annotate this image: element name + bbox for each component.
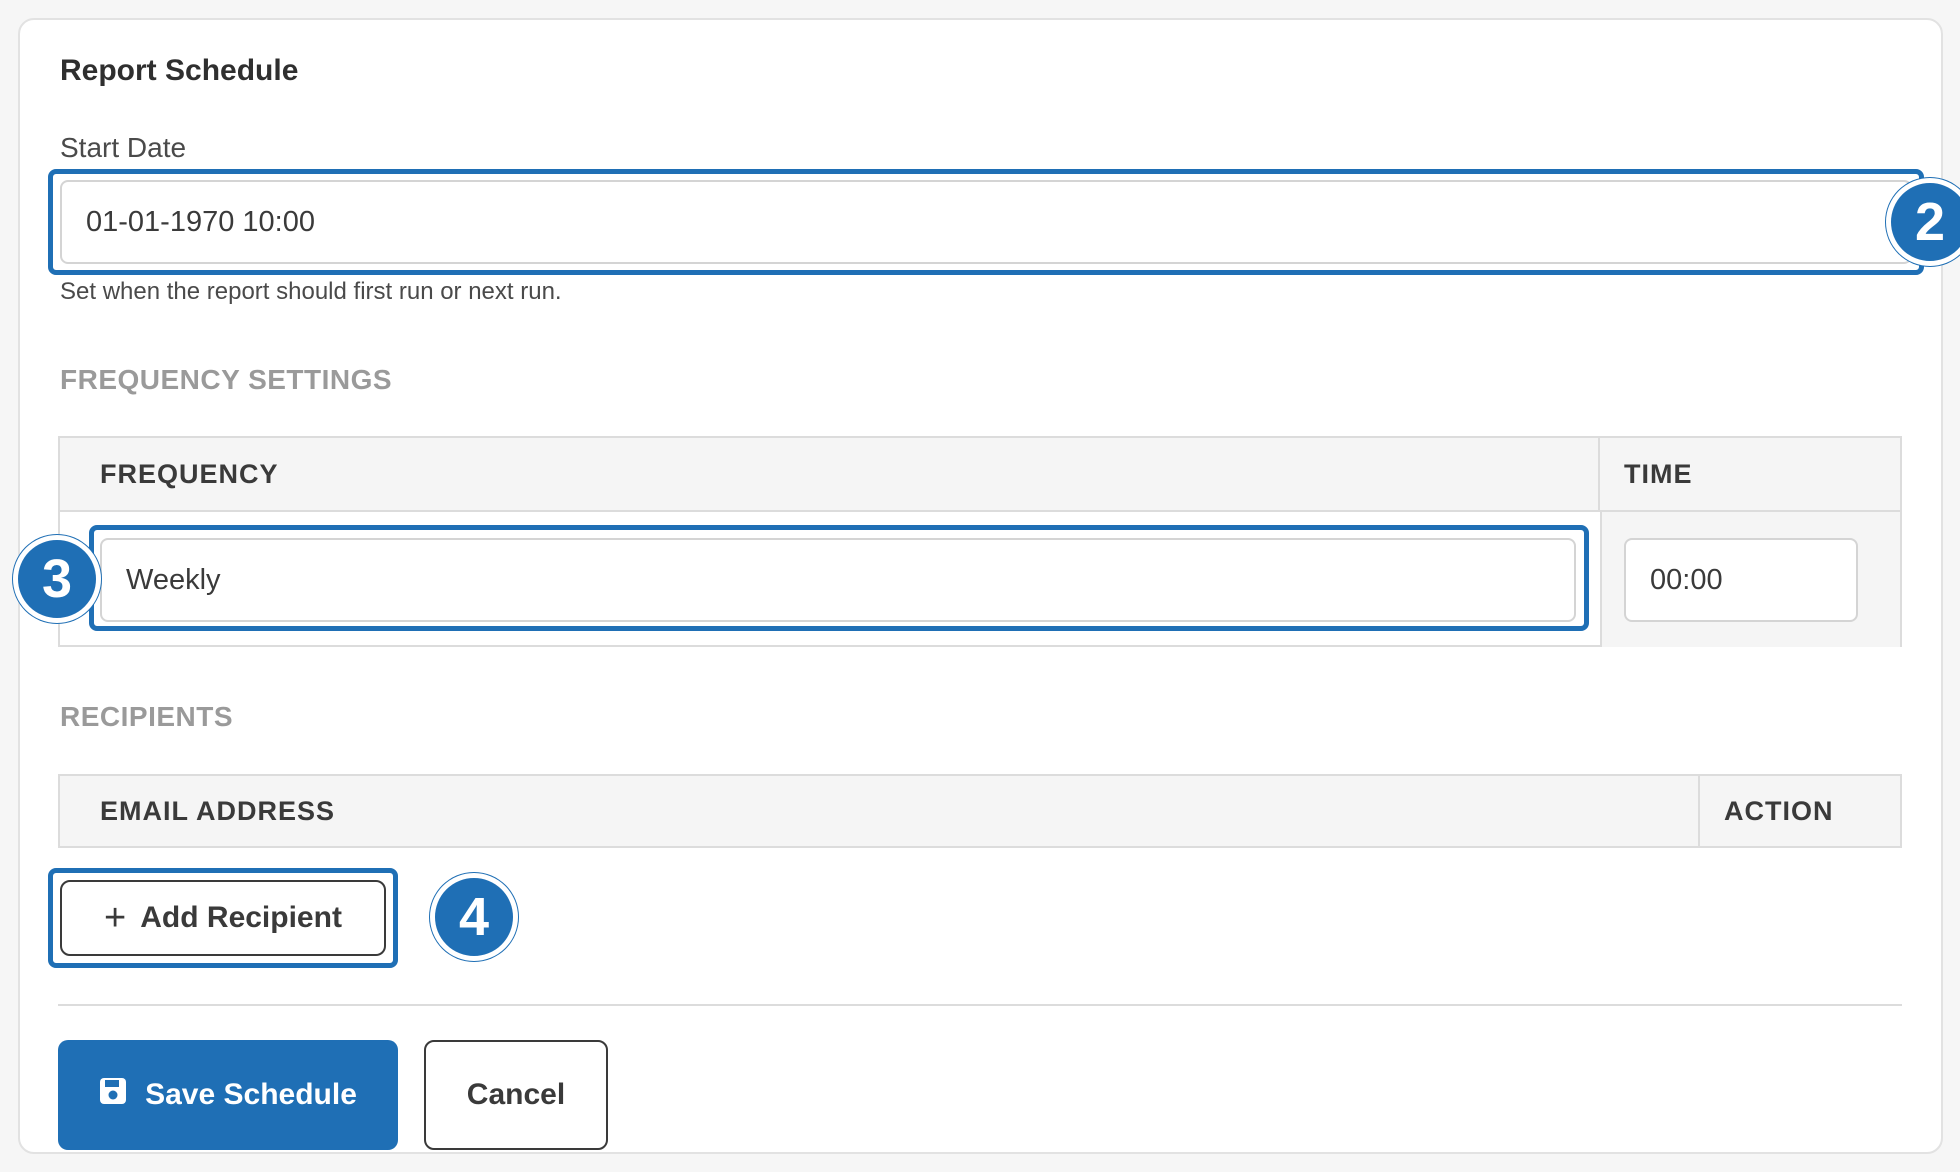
frequency-table: FREQUENCY TIME Weekly 00:00 xyxy=(58,436,1902,647)
frequency-value: Weekly xyxy=(126,563,221,596)
start-date-input[interactable]: 01-01-1970 10:00 xyxy=(60,180,1912,264)
column-header-frequency: FREQUENCY xyxy=(60,438,1600,512)
step-badge-3: 3 xyxy=(13,535,101,623)
plus-icon: + xyxy=(104,897,127,939)
column-header-email-address: EMAIL ADDRESS xyxy=(60,776,1700,846)
recipients-heading: RECIPIENTS xyxy=(60,701,234,732)
start-date-label: Start Date xyxy=(60,132,187,163)
cancel-button[interactable]: Cancel xyxy=(424,1040,608,1150)
time-value: 00:00 xyxy=(1650,563,1723,596)
save-schedule-button[interactable]: Save Schedule xyxy=(58,1040,398,1150)
report-schedule-card: Report Schedule Start Date 01-01-1970 10… xyxy=(13,18,1960,1154)
footer-divider xyxy=(58,1004,1902,1006)
card-title: Report Schedule xyxy=(60,54,299,87)
step-badge-4: 4 xyxy=(430,873,518,961)
add-recipient-label: Add Recipient xyxy=(140,901,342,934)
start-date-value: 01-01-1970 10:00 xyxy=(86,205,315,238)
time-input[interactable]: 00:00 xyxy=(1624,538,1858,622)
frequency-settings-heading: FREQUENCY SETTINGS xyxy=(60,364,393,395)
recipients-table: EMAIL ADDRESS ACTION xyxy=(58,774,1902,848)
start-date-help-text: Set when the report should first run or … xyxy=(60,278,562,305)
column-header-action: ACTION xyxy=(1700,776,1900,846)
cancel-label: Cancel xyxy=(466,1078,566,1111)
floppy-disk-icon xyxy=(99,1077,127,1113)
save-schedule-label: Save Schedule xyxy=(145,1078,357,1111)
add-recipient-button[interactable]: + Add Recipient xyxy=(60,880,386,956)
column-header-time: TIME xyxy=(1600,438,1900,512)
frequency-select[interactable]: Weekly xyxy=(100,538,1576,622)
